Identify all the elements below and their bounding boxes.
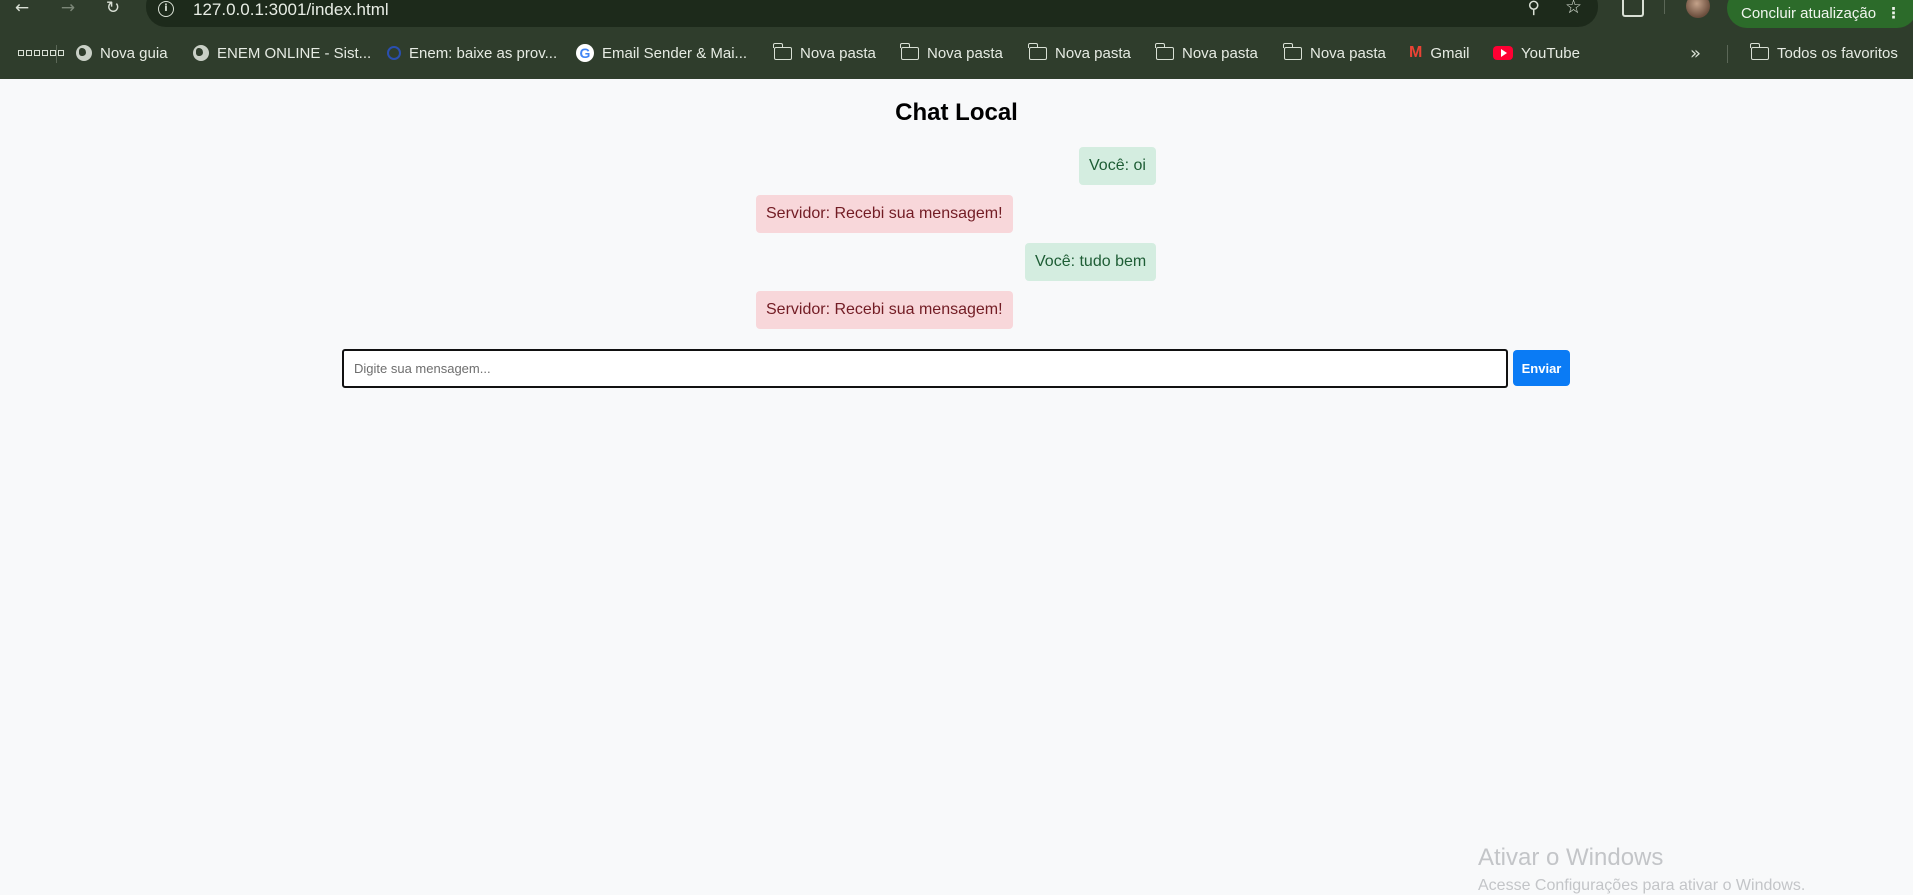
- bookmarks-divider: [56, 45, 57, 63]
- bookmark-label: Nova pasta: [1310, 44, 1386, 62]
- bookmark-enem-online[interactable]: ENEM ONLINE - Sist...: [193, 37, 371, 69]
- folder-icon: [1750, 42, 1769, 60]
- page-content: Chat Local Você: oi Servidor: Recebi sua…: [0, 79, 1913, 894]
- bookmark-label: Nova pasta: [927, 44, 1003, 62]
- apps-grid-icon: [18, 50, 64, 56]
- update-button[interactable]: Concluir atualização ⋮: [1727, 0, 1913, 28]
- message-text: Você: tudo bem: [1035, 253, 1147, 270]
- message-input[interactable]: [342, 349, 1508, 388]
- bookmark-folder-4[interactable]: Nova pasta: [1155, 37, 1258, 69]
- back-icon[interactable]: ←: [10, 0, 34, 18]
- all-bookmarks-button[interactable]: Todos os favoritos: [1750, 37, 1898, 69]
- reload-icon[interactable]: ↻: [101, 0, 125, 18]
- zoom-icon[interactable]: ⚲: [1528, 0, 1540, 18]
- update-button-label: Concluir atualização: [1741, 4, 1877, 22]
- chat-message-user: Você: tudo bem: [1025, 243, 1157, 281]
- windows-activation-watermark: Ativar o Windows Acesse Configurações pa…: [1478, 844, 1805, 895]
- bookmark-folder-1[interactable]: Nova pasta: [773, 37, 876, 69]
- bookmark-nova-guia[interactable]: Nova guia: [76, 37, 168, 69]
- bookmark-folder-3[interactable]: Nova pasta: [1028, 37, 1131, 69]
- gmail-icon: M: [1409, 44, 1423, 61]
- bookmark-label: Gmail: [1430, 44, 1470, 62]
- bookmark-label: Nova pasta: [1182, 44, 1258, 62]
- message-text: Servidor: Recebi sua mensagem!: [766, 301, 1003, 318]
- chat-message-server: Servidor: Recebi sua mensagem!: [756, 195, 1013, 233]
- folder-icon: [1283, 42, 1302, 60]
- chat-message-server: Servidor: Recebi sua mensagem!: [756, 291, 1013, 329]
- bookmark-label: Email Sender & Mai...: [602, 44, 748, 62]
- bookmarks-bar: Nova guia ENEM ONLINE - Sist... Enem: ba…: [0, 37, 1913, 69]
- watermark-title: Ativar o Windows: [1478, 844, 1664, 871]
- all-bookmarks-label: Todos os favoritos: [1777, 44, 1898, 62]
- toolbar-divider: [1664, 0, 1665, 14]
- watermark-subtitle: Acesse Configurações para ativar o Windo…: [1478, 877, 1806, 894]
- bookmark-folder-5[interactable]: Nova pasta: [1283, 37, 1386, 69]
- browser-toolbar: ← → ↻ i 127.0.0.1:3001/index.html ⚲ ☆ Co…: [0, 0, 1913, 31]
- double-chevron-right-icon: »: [1690, 42, 1702, 64]
- message-text: Servidor: Recebi sua mensagem!: [766, 205, 1003, 222]
- bookmark-label: YouTube: [1521, 44, 1580, 62]
- folder-icon: [900, 42, 919, 60]
- chat-message-user: Você: oi: [1079, 147, 1156, 185]
- bookmark-label: ENEM ONLINE - Sist...: [217, 44, 372, 62]
- folder-icon: [1028, 42, 1047, 60]
- message-text: Você: oi: [1089, 157, 1146, 174]
- profile-avatar[interactable]: [1686, 0, 1710, 18]
- page-title: Chat Local: [895, 99, 1018, 126]
- bookmark-youtube[interactable]: YouTube: [1493, 37, 1580, 69]
- menu-kebab-icon[interactable]: ⋮: [1886, 4, 1901, 22]
- forward-icon[interactable]: →: [56, 0, 80, 18]
- send-button[interactable]: Enviar: [1513, 350, 1570, 386]
- bookmark-enem-provas[interactable]: Enem: baixe as prov...: [387, 37, 557, 69]
- bookmark-label: Enem: baixe as prov...: [409, 44, 558, 62]
- extensions-icon[interactable]: [1622, 0, 1644, 17]
- youtube-icon: [1493, 46, 1513, 60]
- globe-icon: [193, 45, 209, 61]
- bookmarks-divider: [1727, 45, 1728, 63]
- google-icon: G: [576, 44, 594, 62]
- folder-icon: [1155, 42, 1174, 60]
- more-bookmarks-button[interactable]: »: [1690, 37, 1701, 69]
- bookmark-label: Nova guia: [100, 44, 168, 62]
- bookmark-star-icon[interactable]: ☆: [1565, 0, 1582, 18]
- bookmark-folder-2[interactable]: Nova pasta: [900, 37, 1003, 69]
- folder-icon: [773, 42, 792, 60]
- bookmark-label: Nova pasta: [800, 44, 876, 62]
- site-info-icon[interactable]: i: [158, 1, 174, 17]
- apps-button[interactable]: [18, 37, 72, 69]
- address-bar[interactable]: i 127.0.0.1:3001/index.html ⚲ ☆: [146, 0, 1598, 27]
- bookmark-gmail[interactable]: M Gmail: [1409, 37, 1470, 69]
- bookmark-label: Nova pasta: [1055, 44, 1131, 62]
- url-text[interactable]: 127.0.0.1:3001/index.html: [193, 0, 389, 20]
- bookmark-email-sender[interactable]: G Email Sender & Mai...: [576, 37, 747, 69]
- ring-icon: [387, 46, 401, 60]
- browser-chrome: ← → ↻ i 127.0.0.1:3001/index.html ⚲ ☆ Co…: [0, 0, 1913, 79]
- globe-icon: [76, 45, 92, 61]
